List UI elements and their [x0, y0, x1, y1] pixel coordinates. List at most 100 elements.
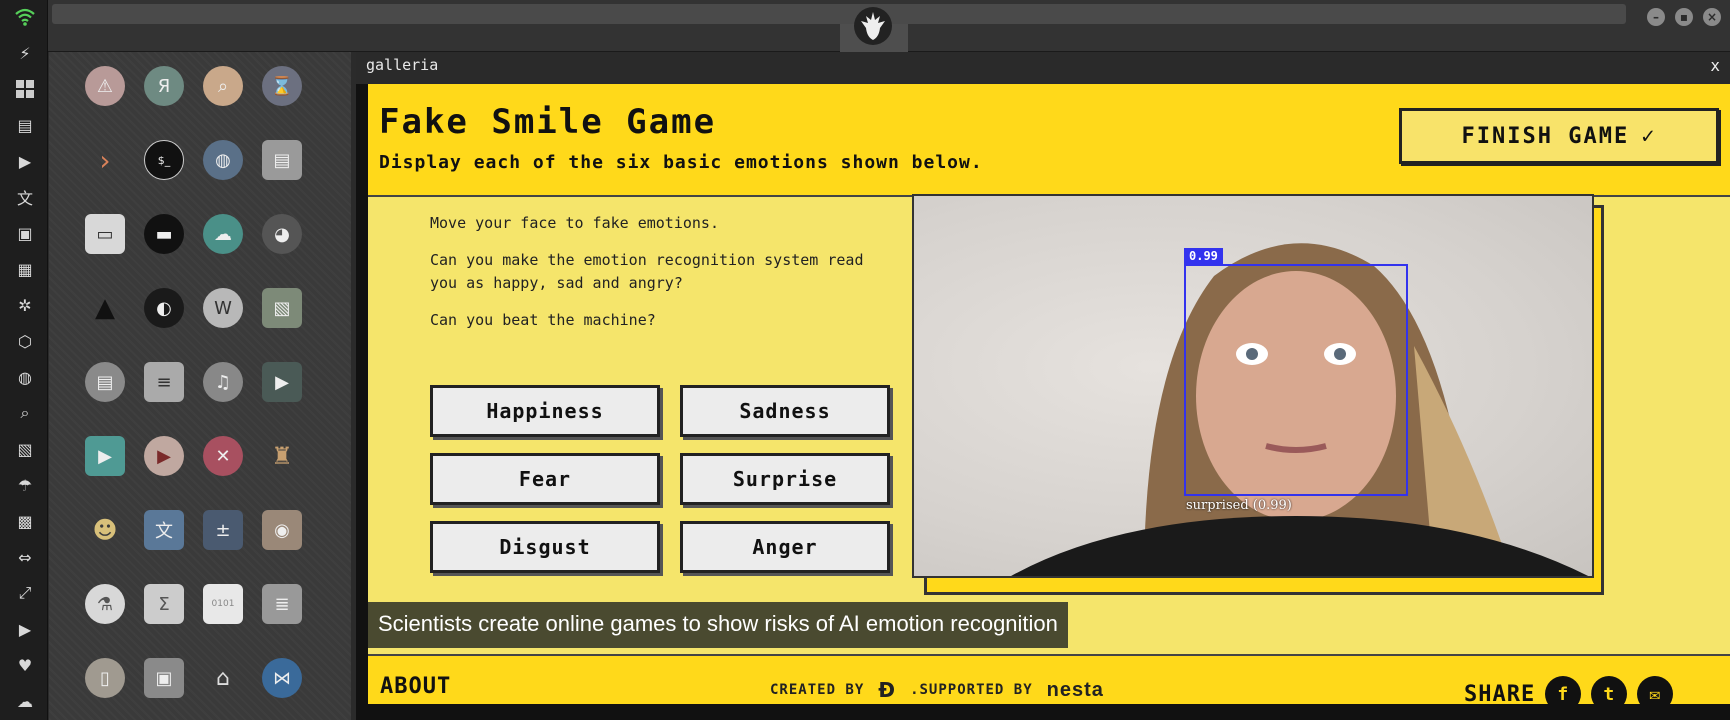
text-editor-app-icon[interactable]: ≣ [262, 584, 302, 624]
face-detection-box [1184, 264, 1408, 496]
chevron-app-icon[interactable]: › [85, 140, 125, 180]
title-strip [52, 4, 1626, 24]
umbrella-icon[interactable]: ☂ [14, 474, 36, 496]
record-app-icon[interactable]: ▶ [144, 436, 184, 476]
image-icon[interactable]: ▣ [14, 222, 36, 244]
emotion-button-happiness[interactable]: Happiness [430, 385, 660, 437]
terminal-app-icon[interactable]: $_ [144, 140, 184, 180]
finish-game-label: FINISH GAME [1461, 123, 1630, 149]
droid-app-icon[interactable]: ♜ [262, 436, 302, 476]
wikipedia-app-icon[interactable]: W [203, 288, 243, 328]
creator-logo-icon[interactable]: Ɖ [878, 678, 896, 702]
emotion-button-sadness[interactable]: Sadness [680, 385, 890, 437]
window-title: galleria [356, 52, 1730, 84]
death-star-app-icon[interactable]: ◐ [144, 288, 184, 328]
top-bar: – ▪ × [48, 0, 1730, 52]
instructions: Move your face to fake emotions. Can you… [430, 212, 870, 346]
document-app-icon[interactable]: ≡ [144, 362, 184, 402]
warning-app-icon[interactable]: ⚠ [85, 66, 125, 106]
play-icon[interactable]: ▶ [14, 150, 36, 172]
instruction-3: Can you beat the machine? [430, 311, 656, 329]
cloud-icon[interactable]: ☁ [14, 690, 36, 712]
instruction-1: Move your face to fake emotions. [430, 214, 719, 232]
code-icon[interactable]: ⇔ [14, 546, 36, 568]
twitter-icon[interactable]: t [1591, 676, 1628, 704]
c3po-app-icon[interactable]: ☻ [85, 510, 125, 550]
globe-icon[interactable]: ◍ [14, 366, 36, 388]
image-caption: Scientists create online games to show r… [368, 602, 1068, 648]
notes-app-icon[interactable]: ▯ [85, 658, 125, 698]
video-app-icon[interactable]: ▶ [262, 362, 302, 402]
email-icon[interactable]: ✉ [1637, 676, 1674, 704]
instruction-2: Can you make the emotion recognition sys… [430, 251, 864, 292]
nesta-logo[interactable]: nesta [1047, 679, 1104, 702]
music-app-icon[interactable]: ♫ [203, 362, 243, 402]
binary-file-app-icon[interactable]: 0101 [203, 584, 243, 624]
yandex-app-icon[interactable]: Я [144, 66, 184, 106]
share-section: SHARE f t ✉ [1464, 676, 1674, 705]
game-subtitle: Display each of the six basic emotions s… [379, 152, 983, 173]
news-icon[interactable]: ▦ [14, 258, 36, 280]
archive-icon[interactable]: ▤ [14, 114, 36, 136]
hexagon-icon[interactable]: ⬡ [14, 330, 36, 352]
facebook-icon[interactable]: f [1545, 676, 1582, 704]
emotion-detection-label: surprised (0.99) [1186, 498, 1292, 513]
hourglass-app-icon[interactable]: ⌛ [262, 66, 302, 106]
heart-icon[interactable]: ♥ [14, 654, 36, 676]
starfleet-app-icon[interactable]: ▲ [85, 288, 125, 328]
calculator-app-icon[interactable]: ± [203, 510, 243, 550]
game-footer: ABOUT CREATED BY Ɖ .SUPPORTED BY nesta S… [368, 654, 1730, 704]
created-by-label: CREATED BY [770, 682, 865, 698]
window-close-button[interactable]: x [1710, 56, 1720, 75]
emotion-button-disgust[interactable]: Disgust [430, 521, 660, 573]
github-app-icon[interactable]: ◕ [262, 214, 302, 254]
galleria-window: galleria x Fake Smile Game Display each … [356, 52, 1730, 720]
sigma-app-icon[interactable]: Σ [144, 584, 184, 624]
windows-icon[interactable] [14, 78, 36, 100]
player-app-icon[interactable]: ▶ [85, 436, 125, 476]
translate-app-icon[interactable]: 文 [144, 510, 184, 550]
search-icon[interactable]: ⌕ [14, 402, 36, 424]
photo-app-icon[interactable]: ▣ [144, 658, 184, 698]
game-header: Fake Smile Game Display each of the six … [368, 84, 1730, 197]
credits: CREATED BY Ɖ .SUPPORTED BY nesta [770, 678, 1104, 702]
translate-icon[interactable]: 文 [14, 186, 36, 208]
cloud-lock-app-icon[interactable]: ☁ [203, 214, 243, 254]
window-app-icon[interactable]: ▭ [85, 214, 125, 254]
game-title: Fake Smile Game [379, 102, 717, 142]
globe-app-icon[interactable]: ◍ [203, 140, 243, 180]
about-link[interactable]: ABOUT [380, 674, 451, 699]
rebel-alliance-icon[interactable] [853, 6, 893, 46]
drive-app-icon[interactable]: ▤ [262, 140, 302, 180]
empire-icon[interactable]: ✲ [14, 294, 36, 316]
maximize-button[interactable]: ▪ [1675, 8, 1693, 26]
finish-game-button[interactable]: FINISH GAME ✓ [1399, 108, 1719, 164]
emotion-button-surprise[interactable]: Surprise [680, 453, 890, 505]
app-launcher-grid: ⚠ Я ⌕ ⌛ › $_ ◍ ▤ ▭ ▬ ☁ ◕ ▲ ◐ W ▧ ▤ ≡ ♫ ▶… [49, 52, 351, 720]
expand-icon[interactable]: ⤢ [14, 582, 36, 604]
world-map-app-icon[interactable]: ▧ [262, 288, 302, 328]
webcam-video: 0.99 surprised (0.99) [912, 194, 1594, 578]
cancel-app-icon[interactable]: ✕ [203, 436, 243, 476]
supported-by-label: .SUPPORTED BY [910, 682, 1033, 698]
contact-icon[interactable]: ▩ [14, 510, 36, 532]
vscode-app-icon[interactable]: ⋈ [262, 658, 302, 698]
files-app-icon[interactable]: ▤ [85, 362, 125, 402]
minimize-button[interactable]: – [1647, 8, 1665, 26]
face-score-label: 0.99 [1184, 248, 1223, 264]
map-icon[interactable]: ▧ [14, 438, 36, 460]
bolt-icon[interactable]: ⚡ [14, 42, 36, 64]
camera-app-icon[interactable]: ◉ [262, 510, 302, 550]
share-label: SHARE [1464, 681, 1536, 705]
search-app-icon[interactable]: ⌕ [203, 66, 243, 106]
presentation-app-icon[interactable]: ⌂ [203, 658, 243, 698]
wifi-icon[interactable] [14, 6, 36, 28]
left-dock: ⚡ ▤ ▶ 文 ▣ ▦ ✲ ⬡ ◍ ⌕ ▧ ☂ ▩ ⇔ ⤢ ▶ ♥ ☁ [0, 0, 48, 720]
youtube-icon[interactable]: ▶ [14, 618, 36, 640]
checkmark-icon: ✓ [1641, 123, 1657, 149]
emotion-button-fear[interactable]: Fear [430, 453, 660, 505]
bed-app-icon[interactable]: ▬ [144, 214, 184, 254]
flask-app-icon[interactable]: ⚗ [85, 584, 125, 624]
emotion-button-anger[interactable]: Anger [680, 521, 890, 573]
close-button[interactable]: × [1703, 8, 1721, 26]
